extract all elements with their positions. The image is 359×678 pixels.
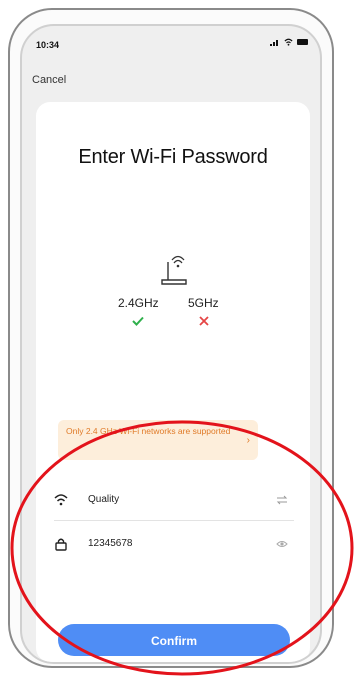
chevron-right-icon: › <box>246 435 250 446</box>
status-bar: 10:34 <box>22 26 320 60</box>
network-name-field[interactable]: Quality <box>54 482 294 521</box>
signal-icon <box>270 40 278 46</box>
wifi-icon <box>284 38 293 46</box>
page-title: Enter Wi-Fi Password <box>78 146 268 168</box>
band-5-label: 5GHz <box>188 296 219 310</box>
band-warning-banner[interactable]: Only 2.4 GHz Wi-Fi networks are supporte… <box>58 420 258 460</box>
network-name-value: Quality <box>88 494 120 505</box>
status-time: 10:34 <box>36 40 60 50</box>
cancel-button[interactable]: Cancel <box>32 74 66 86</box>
close-icon <box>199 316 209 326</box>
phone-screen: 10:34 Cancel Enter Wi-Fi Password 2.4GHz… <box>20 24 322 664</box>
battery-icon <box>297 39 308 45</box>
eye-icon[interactable] <box>276 539 288 549</box>
check-icon <box>132 316 144 326</box>
password-value: 12345678 <box>88 538 133 549</box>
switch-network-icon[interactable] <box>276 495 288 505</box>
band-24-label: 2.4GHz <box>118 296 159 310</box>
wifi-password-sheet: Enter Wi-Fi Password 2.4GHz 5GHz Only 2.… <box>36 102 310 662</box>
confirm-button[interactable]: Confirm <box>58 624 290 656</box>
wifi-icon <box>54 494 68 506</box>
lock-icon <box>55 538 67 551</box>
banner-text: Only 2.4 GHz Wi-Fi networks are supporte… <box>66 426 231 436</box>
password-field[interactable]: 12345678 <box>54 526 294 564</box>
status-icons <box>270 38 308 46</box>
router-icon <box>161 255 187 285</box>
